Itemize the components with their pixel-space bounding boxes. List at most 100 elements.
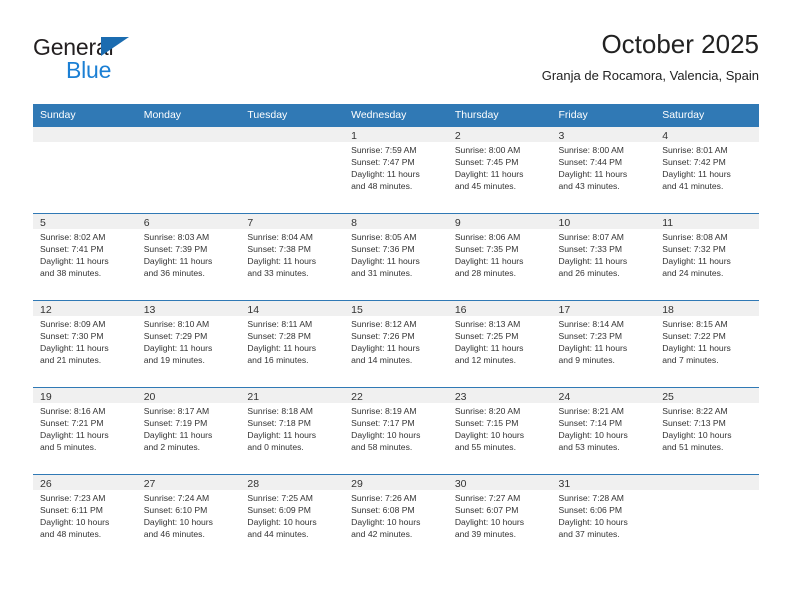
calendar-day-cell-empty xyxy=(240,126,345,214)
calendar-day-cell[interactable]: 5 Sunrise: 8:02 AM Sunset: 7:41 PM Daylight… xyxy=(33,213,137,301)
calendar-day-cell[interactable]: 28 Sunrise: 7:25 AM Sunset: 6:09 PM Dayligh… xyxy=(240,474,345,561)
calendar-week-row: 1 Sunrise: 7:59 AM Sunset: 7:47 PM Daylight… xyxy=(33,126,759,214)
sunset-text: Sunset: 7:33 PM xyxy=(558,243,623,254)
page-subtitle: Granja de Rocamora, Valencia, Spain xyxy=(541,68,759,83)
calendar-day-cell[interactable]: 21 Sunrise: 8:18 AM Sunset: 7:18 PM Dayligh… xyxy=(240,387,345,475)
day-cell-details: Sunrise: 8:07 AM Sunset: 7:33 PM Daylight:… xyxy=(552,229,656,280)
calendar-day-cell[interactable]: 13 Sunrise: 8:10 AM Sunset: 7:29 PM Dayligh… xyxy=(136,300,241,388)
daylight-text: Daylight: 10 hours xyxy=(247,516,317,527)
daylight-text-cont: and 41 minutes. xyxy=(662,180,724,191)
day-number: 18 xyxy=(655,301,759,316)
sunrise-text: Sunrise: 7:23 AM xyxy=(40,493,106,503)
calendar-page: General Blue October 2025 Granja de Roca… xyxy=(0,0,792,612)
calendar-day-cell[interactable]: 4 Sunrise: 8:01 AM Sunset: 7:42 PM Daylight… xyxy=(655,126,759,214)
sunrise-text: Sunrise: 7:25 AM xyxy=(247,493,313,503)
calendar-day-cell[interactable]: 22 Sunrise: 8:19 AM Sunset: 7:17 PM Dayligh… xyxy=(344,387,448,475)
daylight-text: Daylight: 11 hours xyxy=(351,168,420,179)
calendar-day-cell[interactable]: 14 Sunrise: 8:11 AM Sunset: 7:28 PM Dayligh… xyxy=(240,300,345,388)
day-cell-details: Sunrise: 7:28 AM Sunset: 6:06 PM Daylight:… xyxy=(552,490,656,541)
sunrise-text: Sunrise: 8:20 AM xyxy=(454,406,521,416)
sunrise-text: Sunrise: 8:13 AM xyxy=(454,319,521,329)
sunrise-text: Sunrise: 8:03 AM xyxy=(143,232,210,242)
calendar-week-row: 12 Sunrise: 8:09 AM Sunset: 7:30 PM Dayligh… xyxy=(33,300,759,388)
day-cell-details: Sunrise: 8:06 AM Sunset: 7:35 PM Daylight:… xyxy=(448,229,552,280)
page-title: October 2025 xyxy=(601,29,759,59)
daylight-text-cont: and 38 minutes. xyxy=(40,267,102,278)
day-number: 17 xyxy=(551,301,656,316)
daylight-text: Daylight: 11 hours xyxy=(454,255,524,266)
calendar-day-cell[interactable]: 15 Sunrise: 8:12 AM Sunset: 7:26 PM Dayligh… xyxy=(344,300,448,388)
day-cell-details: Sunrise: 8:00 AM Sunset: 7:44 PM Daylight:… xyxy=(552,142,656,193)
day-cell-inner: 29 Sunrise: 7:26 AM Sunset: 6:08 PM Dayligh… xyxy=(344,475,448,561)
sunset-text: Sunset: 7:30 PM xyxy=(40,330,104,341)
sunset-text: Sunset: 7:14 PM xyxy=(558,417,623,428)
general-blue-logo[interactable]: General Blue xyxy=(33,34,233,88)
calendar-day-cell[interactable]: 12 Sunrise: 8:09 AM Sunset: 7:30 PM Dayligh… xyxy=(33,300,137,388)
day-cell-inner: 14 Sunrise: 8:11 AM Sunset: 7:28 PM Dayligh… xyxy=(240,301,345,387)
day-cell-inner: 7 Sunrise: 8:04 AM Sunset: 7:38 PM Daylight… xyxy=(240,214,345,300)
daylight-text-cont: and 26 minutes. xyxy=(558,267,620,278)
day-cell-inner: 27 Sunrise: 7:24 AM Sunset: 6:10 PM Dayligh… xyxy=(136,475,241,561)
sunset-text: Sunset: 6:09 PM xyxy=(247,504,311,515)
sunrise-text: Sunrise: 8:15 AM xyxy=(662,319,728,329)
calendar-day-cell[interactable]: 1 Sunrise: 7:59 AM Sunset: 7:47 PM Daylight… xyxy=(344,126,448,214)
calendar-day-cell[interactable]: 25 Sunrise: 8:22 AM Sunset: 7:13 PM Dayligh… xyxy=(655,387,759,475)
daylight-text: Daylight: 11 hours xyxy=(40,429,109,440)
calendar-day-cell[interactable]: 18 Sunrise: 8:15 AM Sunset: 7:22 PM Dayligh… xyxy=(655,300,759,388)
daylight-text-cont: and 55 minutes. xyxy=(454,441,516,452)
calendar-head: Sunday Monday Tuesday Wednesday Thursday… xyxy=(33,104,759,127)
daylight-text-cont: and 28 minutes. xyxy=(454,267,516,278)
day-cell-details xyxy=(655,490,759,493)
calendar-day-cell[interactable]: 10 Sunrise: 8:07 AM Sunset: 7:33 PM Dayligh… xyxy=(551,213,656,301)
calendar-day-cell[interactable]: 29 Sunrise: 7:26 AM Sunset: 6:08 PM Dayligh… xyxy=(344,474,448,561)
sunrise-text: Sunrise: 7:24 AM xyxy=(143,493,210,503)
calendar-day-cell[interactable]: 19 Sunrise: 8:16 AM Sunset: 7:21 PM Dayligh… xyxy=(33,387,137,475)
calendar-day-cell[interactable]: 30 Sunrise: 7:27 AM Sunset: 6:07 PM Dayligh… xyxy=(447,474,552,561)
calendar-day-cell[interactable]: 31 Sunrise: 7:28 AM Sunset: 6:06 PM Dayligh… xyxy=(551,474,656,561)
daylight-text: Daylight: 10 hours xyxy=(662,429,732,440)
sunset-text: Sunset: 7:21 PM xyxy=(40,417,104,428)
sunrise-text: Sunrise: 8:10 AM xyxy=(143,319,210,329)
day-number: 3 xyxy=(551,127,656,142)
calendar-day-cell[interactable]: 17 Sunrise: 8:14 AM Sunset: 7:23 PM Dayligh… xyxy=(551,300,656,388)
calendar-day-cell[interactable]: 16 Sunrise: 8:13 AM Sunset: 7:25 PM Dayligh… xyxy=(447,300,552,388)
calendar-day-cell[interactable]: 11 Sunrise: 8:08 AM Sunset: 7:32 PM Dayligh… xyxy=(655,213,759,301)
daylight-text: Daylight: 11 hours xyxy=(40,255,109,266)
calendar-day-cell[interactable]: 7 Sunrise: 8:04 AM Sunset: 7:38 PM Daylight… xyxy=(240,213,345,301)
day-number: 23 xyxy=(447,388,552,403)
day-cell-inner: 25 Sunrise: 8:22 AM Sunset: 7:13 PM Dayligh… xyxy=(655,388,759,474)
daylight-text-cont: and 48 minutes. xyxy=(351,180,413,191)
daylight-text: Daylight: 10 hours xyxy=(351,429,421,440)
sunset-text: Sunset: 7:13 PM xyxy=(662,417,726,428)
day-cell-details: Sunrise: 7:27 AM Sunset: 6:07 PM Daylight:… xyxy=(448,490,552,541)
day-number: 10 xyxy=(551,214,656,229)
sunrise-text: Sunrise: 8:04 AM xyxy=(247,232,313,242)
day-cell-details: Sunrise: 8:08 AM Sunset: 7:32 PM Daylight:… xyxy=(655,229,759,280)
sunrise-text: Sunrise: 8:02 AM xyxy=(40,232,106,242)
daylight-text-cont: and 16 minutes. xyxy=(247,354,309,365)
calendar-day-cell[interactable]: 3 Sunrise: 8:00 AM Sunset: 7:44 PM Daylight… xyxy=(551,126,656,214)
calendar-day-cell[interactable]: 23 Sunrise: 8:20 AM Sunset: 7:15 PM Dayligh… xyxy=(447,387,552,475)
sunset-text: Sunset: 7:17 PM xyxy=(351,417,415,428)
calendar-day-cell[interactable]: 6 Sunrise: 8:03 AM Sunset: 7:39 PM Daylight… xyxy=(136,213,241,301)
sunset-text: Sunset: 7:15 PM xyxy=(454,417,519,428)
calendar-day-cell[interactable]: 26 Sunrise: 7:23 AM Sunset: 6:11 PM Dayligh… xyxy=(33,474,137,561)
calendar-day-cell[interactable]: 20 Sunrise: 8:17 AM Sunset: 7:19 PM Dayligh… xyxy=(136,387,241,475)
day-cell-details: Sunrise: 8:16 AM Sunset: 7:21 PM Daylight:… xyxy=(33,403,137,454)
daylight-text-cont: and 45 minutes. xyxy=(454,180,516,191)
weekday-header-sunday: Sunday xyxy=(33,104,137,127)
sunset-text: Sunset: 6:11 PM xyxy=(40,504,103,515)
daylight-text: Daylight: 11 hours xyxy=(247,255,317,266)
sunrise-text: Sunrise: 8:11 AM xyxy=(247,319,313,329)
calendar-day-cell[interactable]: 8 Sunrise: 8:05 AM Sunset: 7:36 PM Daylight… xyxy=(344,213,448,301)
calendar-day-cell[interactable]: 9 Sunrise: 8:06 AM Sunset: 7:35 PM Daylight… xyxy=(447,213,552,301)
calendar-day-cell[interactable]: 27 Sunrise: 7:24 AM Sunset: 6:10 PM Dayligh… xyxy=(136,474,241,561)
calendar-day-cell[interactable]: 24 Sunrise: 8:21 AM Sunset: 7:14 PM Dayligh… xyxy=(551,387,656,475)
calendar-body: 1 Sunrise: 7:59 AM Sunset: 7:47 PM Daylight… xyxy=(33,126,759,561)
day-cell-inner: 5 Sunrise: 8:02 AM Sunset: 7:41 PM Daylight… xyxy=(33,214,137,300)
calendar-day-cell[interactable]: 2 Sunrise: 8:00 AM Sunset: 7:45 PM Daylight… xyxy=(447,126,552,214)
daylight-text: Daylight: 11 hours xyxy=(247,429,317,440)
day-cell-inner: 13 Sunrise: 8:10 AM Sunset: 7:29 PM Dayligh… xyxy=(136,301,241,387)
day-number: 1 xyxy=(344,127,448,142)
day-cell-details: Sunrise: 7:25 AM Sunset: 6:09 PM Daylight:… xyxy=(240,490,344,541)
